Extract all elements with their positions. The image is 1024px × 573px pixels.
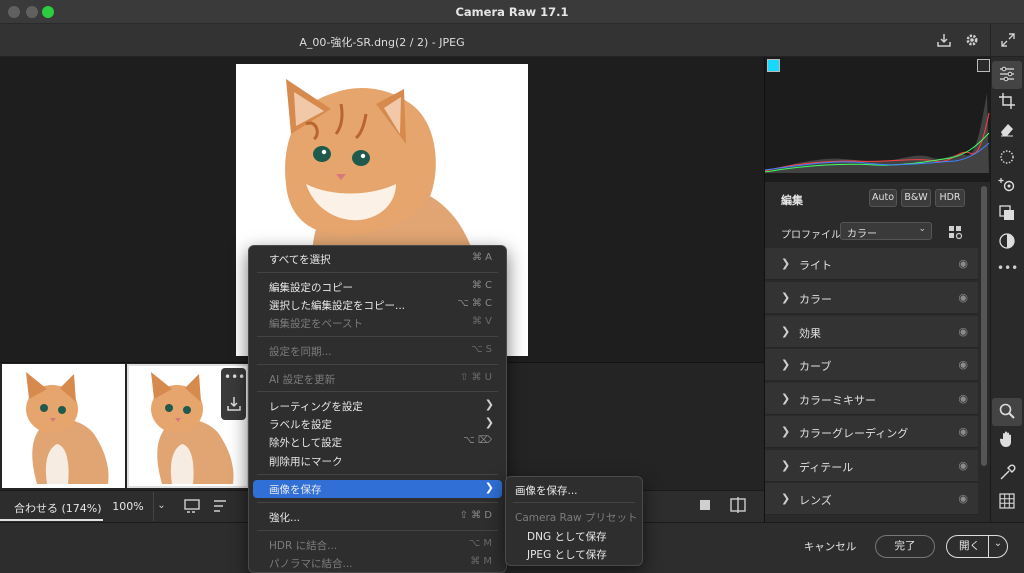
menu-enhance[interactable]: 強化... ⇧ ⌘ D [249,508,506,526]
menu-divider [257,272,498,273]
edit-sliders-icon[interactable] [997,65,1017,85]
file-title: A_00-強化-SR.dng(2 / 2) - JPEG [299,36,465,49]
chevron-right-icon: ❯ [781,291,791,304]
eye-icon[interactable]: ◉ [958,459,968,472]
menu-mark-for-delete[interactable]: 削除用にマーク [249,452,506,470]
menu-paste-settings: 編集設定をペースト ⌘ V [269,316,492,330]
chevron-right-icon: ❯ [781,425,791,438]
fit-zoom-button[interactable]: 合わせる (174%) [0,492,103,521]
section-effects[interactable]: ❯ 効果 ◉ [765,316,978,348]
eye-icon[interactable]: ◉ [958,492,968,505]
menu-divider [257,474,498,475]
chevron-right-icon: ❯ [781,257,791,270]
menu-copy-selected-settings[interactable]: 選択した編集設定をコピー... ⌥ ⌘ C [249,296,506,314]
eye-icon[interactable]: ◉ [958,392,968,405]
submenu-divider [513,502,635,503]
eye-icon[interactable]: ◉ [958,358,968,371]
chevron-right-icon: ❯ [781,492,791,505]
sort-icon[interactable] [212,497,230,515]
menu-merge-hdr: HDR に結合... ⌥ M [269,538,492,552]
menu-sync-settings: 設定を同期... ⌥ S [269,344,492,358]
compare-view-icon[interactable] [729,496,747,514]
menu-divider [257,391,498,392]
chevron-right-icon: ❯ [781,325,791,338]
eraser-icon[interactable] [997,120,1017,140]
filmstrip-thumbnail[interactable] [2,364,125,488]
menu-copy-settings[interactable]: 編集設定のコピー ⌘ C [249,278,506,296]
menu-select-all[interactable]: すべてを選択 ⌘ A [249,250,506,268]
zoom-100-button[interactable]: 100% [103,492,153,521]
chevron-right-icon: ❯ [484,481,494,494]
open-options-chevron-icon[interactable]: ⌄ [990,538,1006,556]
more-tools-icon[interactable]: ••• [997,258,1018,278]
eye-icon[interactable]: ◉ [958,425,968,438]
open-button-label: 開く [959,540,980,552]
zoom-dropdown-chevron-icon[interactable]: ⌄ [153,492,169,521]
chevron-right-icon: ❯ [484,398,494,411]
menu-divider [257,530,498,531]
eye-icon[interactable]: ◉ [958,257,968,270]
highlight-clip-warning-icon[interactable] [977,59,990,72]
menu-set-rating[interactable]: レーティングを設定 ❯ [249,397,506,415]
save-thumbnail-icon[interactable] [225,395,243,413]
edit-heading: 編集 [781,194,803,207]
section-color[interactable]: ❯ カラー ◉ [765,282,978,314]
auto-button[interactable]: Auto [869,189,897,207]
save-image-icon[interactable] [935,32,953,50]
crop-icon[interactable] [997,92,1017,112]
profile-select-value: カラー [847,229,877,240]
menu-set-reject[interactable]: 除外として設定 ⌥ ⌦ [249,433,506,451]
menu-merge-panorama: パノラマに結合... ⌘ M [269,556,492,570]
menu-save-image[interactable]: 画像を保存 ❯ [253,480,502,498]
chevron-right-icon: ❯ [781,358,791,371]
snapshots-icon[interactable] [997,232,1017,252]
profile-select[interactable]: カラー ⌄ [840,222,932,240]
more-icon[interactable]: ••• [224,370,245,388]
profile-browser-icon[interactable] [947,224,963,240]
chevron-down-icon: ⌄ [918,224,926,234]
redeye-plus-icon[interactable] [997,176,1017,196]
grid-icon[interactable] [997,492,1017,512]
section-light[interactable]: ❯ ライト ◉ [765,248,978,280]
menu-divider [257,336,498,337]
section-detail[interactable]: ❯ ディテール ◉ [765,450,978,482]
submenu-preset-header: Camera Raw プリセット [515,512,638,524]
submenu-save-image[interactable]: 画像を保存... [506,481,642,499]
profile-label: プロファイル [781,230,841,241]
gear-icon[interactable] [963,32,981,50]
red-eye-icon[interactable] [997,148,1017,168]
chevron-right-icon: ❯ [484,416,494,429]
before-after-square-icon[interactable] [698,497,714,513]
zoom-tool-icon[interactable] [997,402,1017,422]
menu-divider [257,364,498,365]
menu-update-ai-settings: AI 設定を更新 ⇧ ⌘ U [269,372,492,386]
section-curve[interactable]: ❯ カーブ ◉ [765,349,978,381]
section-color-mixer[interactable]: ❯ カラーミキサー ◉ [765,383,978,415]
histogram [764,57,990,182]
done-button[interactable]: 完了 [875,535,935,558]
presets-icon[interactable] [997,204,1017,224]
menu-set-label[interactable]: ラベルを設定 ❯ [249,415,506,433]
section-lens[interactable]: ❯ レンズ ◉ [765,483,978,515]
cancel-button[interactable]: キャンセル [795,539,865,554]
eyedropper-icon[interactable] [997,464,1017,484]
eye-icon[interactable]: ◉ [958,291,968,304]
hdr-button[interactable]: HDR [935,189,965,207]
menu-divider [257,502,498,503]
submenu-save-as-dng[interactable]: DNG として保存 [506,527,642,545]
panel-scrollbar[interactable] [981,186,987,466]
chevron-right-icon: ❯ [781,459,791,472]
app-title: Camera Raw 17.1 [455,5,569,19]
hand-tool-icon[interactable] [997,430,1017,450]
eye-icon[interactable]: ◉ [958,325,968,338]
filmstrip-options-icon[interactable] [183,497,201,515]
section-color-grading[interactable]: ❯ カラーグレーディング ◉ [765,416,978,448]
fullscreen-icon[interactable] [999,32,1017,50]
chevron-right-icon: ❯ [781,392,791,405]
shadow-clip-warning-icon[interactable] [767,59,780,72]
bw-button[interactable]: B&W [901,189,931,207]
submenu-save-as-jpeg[interactable]: JPEG として保存 [506,545,642,563]
